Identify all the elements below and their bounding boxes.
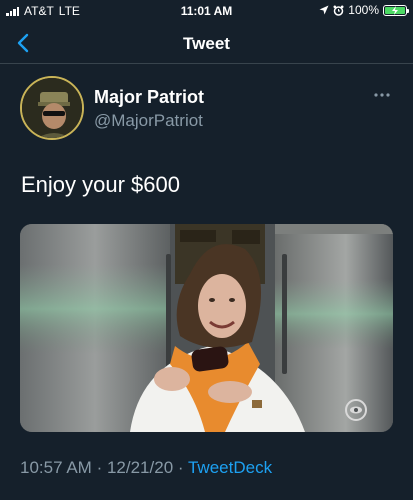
meta-separator: · bbox=[96, 458, 103, 477]
meta-separator: · bbox=[177, 458, 184, 477]
tweet-media-image[interactable] bbox=[20, 224, 393, 432]
nav-bar: Tweet bbox=[0, 22, 413, 64]
author-handle[interactable]: @MajorPatriot bbox=[94, 111, 203, 131]
tweet-text: Enjoy your $600 bbox=[21, 172, 180, 197]
more-options-icon[interactable] bbox=[373, 92, 391, 98]
charging-bolt-icon bbox=[392, 5, 398, 15]
avatar-image bbox=[22, 78, 82, 138]
author-name[interactable]: Major Patriot bbox=[94, 87, 204, 108]
status-bar: AT&T LTE 11:01 AM 100% bbox=[0, 0, 413, 22]
battery-icon bbox=[383, 4, 409, 16]
location-icon bbox=[319, 5, 329, 15]
status-right: 100% bbox=[319, 3, 409, 17]
tweet-source-link[interactable]: TweetDeck bbox=[188, 458, 272, 477]
alarm-icon bbox=[333, 5, 344, 16]
page-title: Tweet bbox=[183, 34, 230, 53]
tweet-date: 12/21/20 bbox=[106, 458, 174, 477]
tweet-meta: 10:57 AM · 12/21/20 · TweetDeck bbox=[20, 458, 272, 478]
avatar[interactable] bbox=[20, 76, 84, 140]
tweet-time: 10:57 AM bbox=[20, 458, 92, 477]
battery-percent: 100% bbox=[348, 3, 379, 17]
media-photo bbox=[20, 224, 393, 432]
